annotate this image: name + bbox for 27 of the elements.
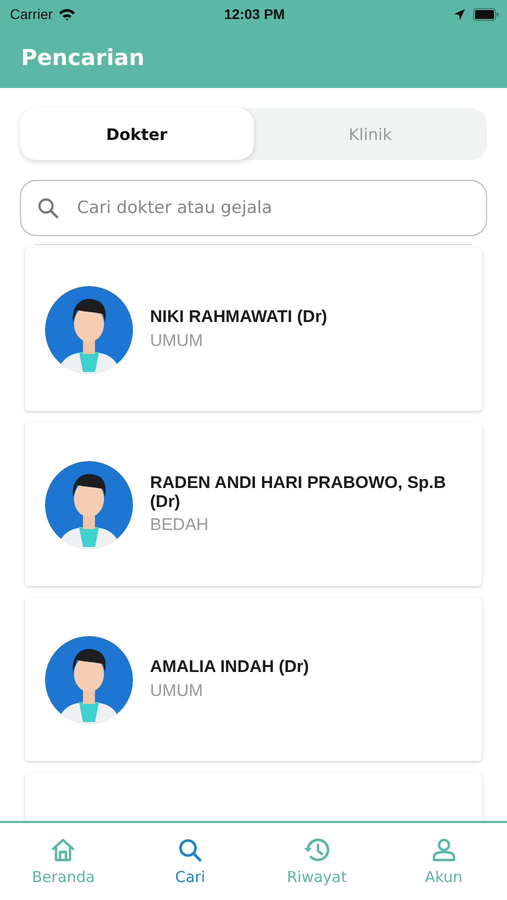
doctor-name: NIKI RAHMAWATI (Dr) <box>150 308 328 327</box>
location-arrow-icon <box>454 8 465 20</box>
tab[interactable]: Klinik <box>254 108 487 160</box>
battery-icon <box>472 8 499 20</box>
doctor-specialty: UMUM <box>150 680 204 701</box>
page-title: Pencarian <box>21 46 144 70</box>
tab[interactable]: Dokter <box>20 108 254 160</box>
wifi-icon <box>58 8 76 20</box>
search-icon <box>37 197 59 219</box>
doctor-card[interactable]: RADEN ANDI HARI PRABOWO, Sp.B (Dr) BEDAH <box>25 423 482 586</box>
doctor-specialty: UMUM <box>150 330 204 351</box>
carrier-name: Carrier <box>10 6 53 22</box>
doctor-card[interactable]: NIKI RAHMAWATI (Dr) UMUM <box>25 248 482 411</box>
nav-item[interactable]: Akun <box>388 837 499 886</box>
history-icon <box>302 837 331 863</box>
doctor-specialty: BEDAH <box>150 515 210 536</box>
search-icon <box>177 837 204 863</box>
doctor-name: AMALIA INDAH (Dr) <box>150 658 309 677</box>
doctor-name: RADEN ANDI HARI PRABOWO, Sp.B (Dr) <box>150 474 447 512</box>
nav-item[interactable]: Beranda <box>8 837 118 886</box>
clock-time: 12:03 PM <box>224 6 285 22</box>
nav-item[interactable]: Riwayat <box>262 837 372 886</box>
doctor-card[interactable]: AMALIA INDAH (Dr) UMUM <box>25 598 482 761</box>
home-icon <box>50 837 76 863</box>
search-field[interactable]: Cari dokter atau gejala <box>20 180 487 236</box>
nav-item[interactable]: Cari <box>135 837 246 886</box>
person-icon <box>430 837 457 863</box>
